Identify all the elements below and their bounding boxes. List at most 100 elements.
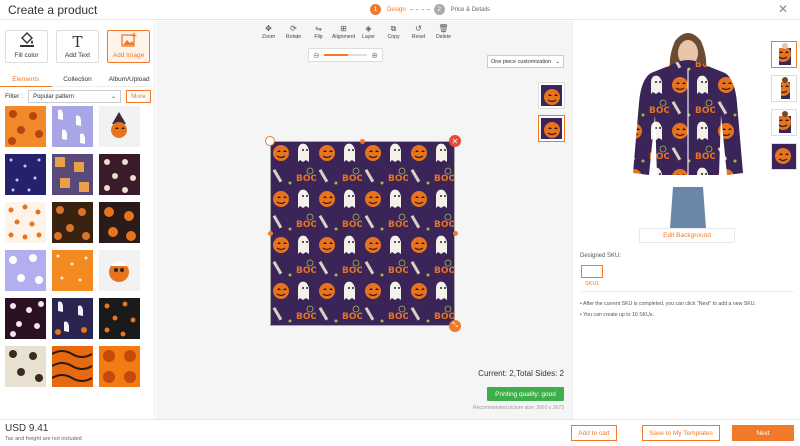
rotate-icon: ⟳ bbox=[290, 24, 297, 33]
page-title: Create a product bbox=[8, 3, 98, 17]
filter-value: Popular pattern bbox=[33, 93, 75, 100]
tip-item: • After the current SKU is completed, yo… bbox=[580, 301, 756, 307]
add-to-cart-button[interactable]: Add to cart bbox=[571, 425, 617, 441]
side-thumbnail-2[interactable] bbox=[538, 115, 565, 142]
alignment-icon: ⊞ bbox=[340, 24, 347, 33]
step-1-label: Design bbox=[387, 6, 406, 13]
delete-handle-icon[interactable]: ✕ bbox=[449, 135, 461, 147]
design-image[interactable] bbox=[270, 141, 455, 326]
pattern-tile[interactable] bbox=[99, 106, 140, 147]
zoom-tool-label: Zoom bbox=[261, 34, 276, 40]
header-bar: Create a product 1 Design 2 Price & Deta… bbox=[0, 0, 800, 20]
tab-elements[interactable]: Elements bbox=[0, 73, 52, 87]
zoom-tool[interactable]: ✥ Zoom bbox=[256, 24, 281, 40]
more-button[interactable]: More bbox=[126, 90, 151, 103]
pattern-tile[interactable] bbox=[5, 106, 46, 147]
designed-sku-label: Designed SKU: bbox=[580, 253, 622, 259]
sku-thumbnail[interactable] bbox=[581, 265, 603, 278]
view-front[interactable] bbox=[771, 41, 797, 68]
printing-quality-badge: Printing quality: good bbox=[487, 387, 564, 401]
trash-icon: 🗑 bbox=[438, 24, 449, 33]
chevron-down-icon: ⌄ bbox=[111, 94, 117, 100]
pattern-tile[interactable] bbox=[52, 202, 93, 243]
image-icon bbox=[120, 33, 137, 50]
pattern-tile[interactable] bbox=[5, 250, 46, 291]
pattern-tile[interactable] bbox=[52, 298, 93, 339]
zoom-out-icon[interactable]: ⊖ bbox=[313, 51, 320, 60]
rotate-handle[interactable] bbox=[265, 136, 275, 146]
view-back[interactable] bbox=[771, 109, 797, 136]
flip-tool[interactable]: ⇋ Flip bbox=[306, 24, 331, 40]
add-image-button[interactable]: Add Image bbox=[107, 30, 150, 63]
element-tabs: Elements Collection Album/Upload bbox=[0, 73, 156, 87]
recommended-size: Recommended picture size: 3660 x 2673 bbox=[473, 405, 564, 411]
pattern-tile[interactable] bbox=[99, 250, 140, 291]
rotate-tool[interactable]: ⟳ Rotate bbox=[281, 24, 306, 40]
resize-handle[interactable] bbox=[360, 139, 365, 144]
copy-tool-label: Copy bbox=[387, 34, 400, 40]
resize-handle[interactable] bbox=[268, 231, 273, 236]
pattern-tile[interactable] bbox=[99, 202, 140, 243]
layer-tool[interactable]: ◈ Layer bbox=[356, 24, 381, 40]
pattern-tile[interactable] bbox=[5, 154, 46, 195]
next-button[interactable]: Next bbox=[732, 425, 794, 441]
pattern-tile[interactable] bbox=[5, 346, 46, 387]
design-canvas-area: ✥ Zoom ⟳ Rotate ⇋ Flip ⊞ Alignment ◈ Layer ⧉ C… bbox=[156, 21, 572, 419]
sku-tips: • After the current SKU is completed, yo… bbox=[580, 299, 756, 321]
pattern-tile[interactable] bbox=[52, 250, 93, 291]
pattern-tile[interactable] bbox=[52, 106, 93, 147]
left-panel: Fill color T Add Text Add Image Elements… bbox=[0, 21, 156, 419]
step-1-number: 1 bbox=[370, 4, 381, 15]
edit-toolbar: ✥ Zoom ⟳ Rotate ⇋ Flip ⊞ Alignment ◈ Layer ⧉ C… bbox=[256, 24, 456, 40]
pattern-tile[interactable] bbox=[99, 298, 140, 339]
pattern-tile[interactable] bbox=[99, 154, 140, 195]
copy-icon: ⧉ bbox=[390, 24, 397, 33]
copy-tool[interactable]: ⧉ Copy bbox=[381, 24, 406, 40]
layer-icon: ◈ bbox=[365, 24, 372, 33]
move-icon: ✥ bbox=[265, 24, 272, 33]
delete-tool-label: Delete bbox=[436, 34, 451, 40]
reset-tool[interactable]: ↺ Reset bbox=[406, 24, 431, 40]
sides-counter: Current: 2,Total Sides: 2 bbox=[478, 369, 564, 378]
zoom-track[interactable] bbox=[323, 54, 368, 56]
pattern-tile[interactable] bbox=[5, 202, 46, 243]
tab-collection[interactable]: Collection bbox=[51, 73, 104, 87]
view-detail[interactable] bbox=[771, 143, 797, 170]
edit-background-button[interactable]: Edit Background bbox=[639, 228, 735, 243]
pattern-tile[interactable] bbox=[5, 298, 46, 339]
view-side[interactable] bbox=[771, 75, 797, 102]
footer-bar: USD 9.41 Tax and freight are not include… bbox=[0, 419, 800, 446]
preview-panel: Edit Background Designed SKU: SKU1 • Aft… bbox=[572, 21, 800, 419]
side-thumbnail-1[interactable] bbox=[538, 82, 565, 109]
step-divider bbox=[409, 9, 430, 10]
layer-tool-label: Layer bbox=[362, 34, 375, 40]
close-icon[interactable]: ✕ bbox=[778, 2, 788, 16]
pattern-tile[interactable] bbox=[52, 154, 93, 195]
resize-handle[interactable] bbox=[453, 231, 458, 236]
zoom-fill bbox=[323, 54, 348, 56]
alignment-tool[interactable]: ⊞ Alignment bbox=[331, 24, 356, 40]
view-detail-image bbox=[772, 144, 796, 169]
step-progress: 1 Design 2 Price & Details bbox=[370, 4, 490, 15]
tab-album-upload[interactable]: Album/Upload bbox=[103, 73, 156, 87]
pattern-grid bbox=[5, 106, 140, 387]
pattern-tile[interactable] bbox=[52, 346, 93, 387]
customization-select[interactable]: One piece customization ⌄ bbox=[487, 55, 564, 68]
filter-select[interactable]: Popular pattern ⌄ bbox=[28, 90, 122, 103]
reset-icon: ↺ bbox=[415, 24, 422, 33]
view-front-image bbox=[779, 43, 791, 65]
add-text-button[interactable]: T Add Text bbox=[56, 30, 99, 63]
view-back-image bbox=[779, 111, 791, 133]
pattern-tile[interactable] bbox=[99, 346, 140, 387]
customization-value: One piece customization bbox=[491, 58, 552, 65]
zoom-slider[interactable]: ⊖ ⊕ bbox=[308, 48, 383, 62]
fill-color-button[interactable]: Fill color bbox=[5, 30, 48, 63]
chevron-down-icon: ⌄ bbox=[555, 58, 560, 65]
delete-tool[interactable]: 🗑 Delete bbox=[431, 24, 456, 40]
product-mockup bbox=[623, 27, 753, 242]
save-to-templates-button[interactable]: Save to My Templates bbox=[642, 425, 720, 441]
reset-tool-label: Reset bbox=[411, 34, 426, 40]
text-icon: T bbox=[72, 33, 83, 51]
zoom-in-icon[interactable]: ⊕ bbox=[371, 51, 378, 60]
scale-handle-icon[interactable]: ⤡ bbox=[449, 320, 461, 332]
